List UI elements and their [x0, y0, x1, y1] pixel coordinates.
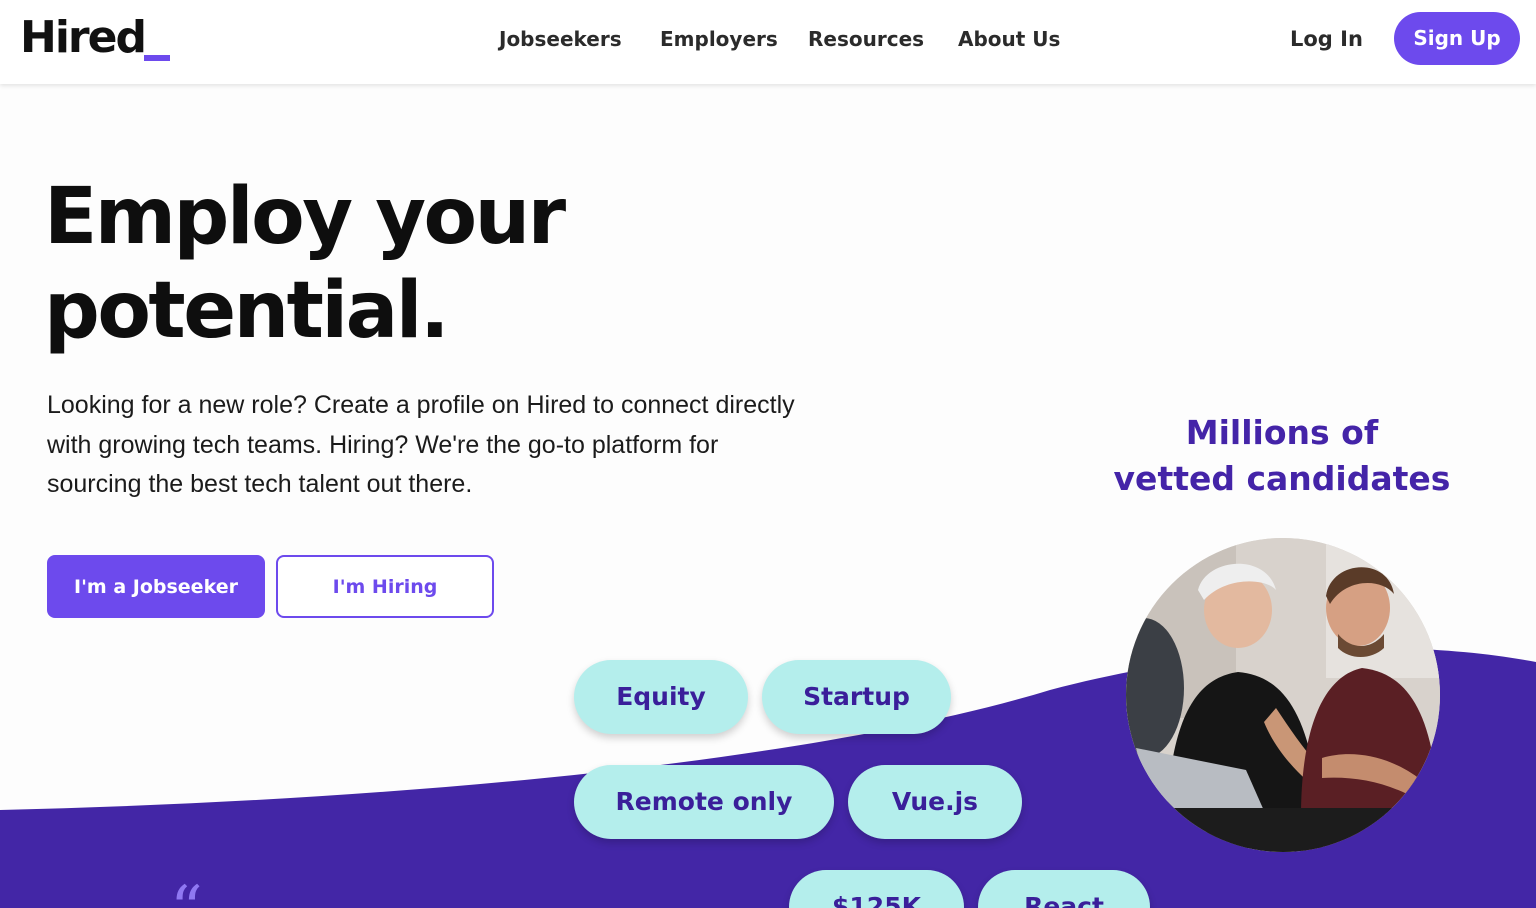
title-line-2: potential.	[44, 266, 450, 356]
signup-button[interactable]: Sign Up	[1394, 12, 1520, 65]
logo-cursor-mark	[144, 55, 170, 61]
hero-description: Looking for a new role? Create a profile…	[47, 391, 795, 498]
tag-react[interactable]: React	[978, 870, 1150, 908]
tag-equity[interactable]: Equity	[574, 660, 748, 734]
tag-salary[interactable]: $125K	[789, 870, 964, 908]
nav-resources[interactable]: Resources	[808, 25, 924, 53]
nav-jobseekers[interactable]: Jobseekers	[499, 25, 622, 53]
title-line-1: Employ your	[44, 172, 566, 262]
tag-startup[interactable]: Startup	[762, 660, 951, 734]
candidates-photo-illustration	[1126, 538, 1440, 852]
candidates-heading: Millions of vetted candidates	[1090, 410, 1474, 502]
tag-vuejs[interactable]: Vue.js	[848, 765, 1022, 839]
page-title: Employ your potential.	[44, 170, 744, 358]
site-header: Hired Jobseekers Employers Resources Abo…	[0, 0, 1536, 84]
nav-about-us[interactable]: About Us	[958, 25, 1060, 53]
hiring-button[interactable]: I'm Hiring	[276, 555, 494, 618]
quote-mark-icon: “	[170, 878, 203, 908]
login-link[interactable]: Log In	[1290, 25, 1363, 53]
candidates-heading-line-2: vetted candidates	[1113, 459, 1451, 498]
nav-employers[interactable]: Employers	[660, 25, 778, 53]
candidates-photo	[1126, 538, 1440, 852]
hired-logo[interactable]: Hired	[20, 14, 147, 62]
candidates-heading-line-1: Millions of	[1185, 413, 1379, 452]
jobseeker-button[interactable]: I'm a Jobseeker	[47, 555, 265, 618]
tag-remote-only[interactable]: Remote only	[574, 765, 834, 839]
